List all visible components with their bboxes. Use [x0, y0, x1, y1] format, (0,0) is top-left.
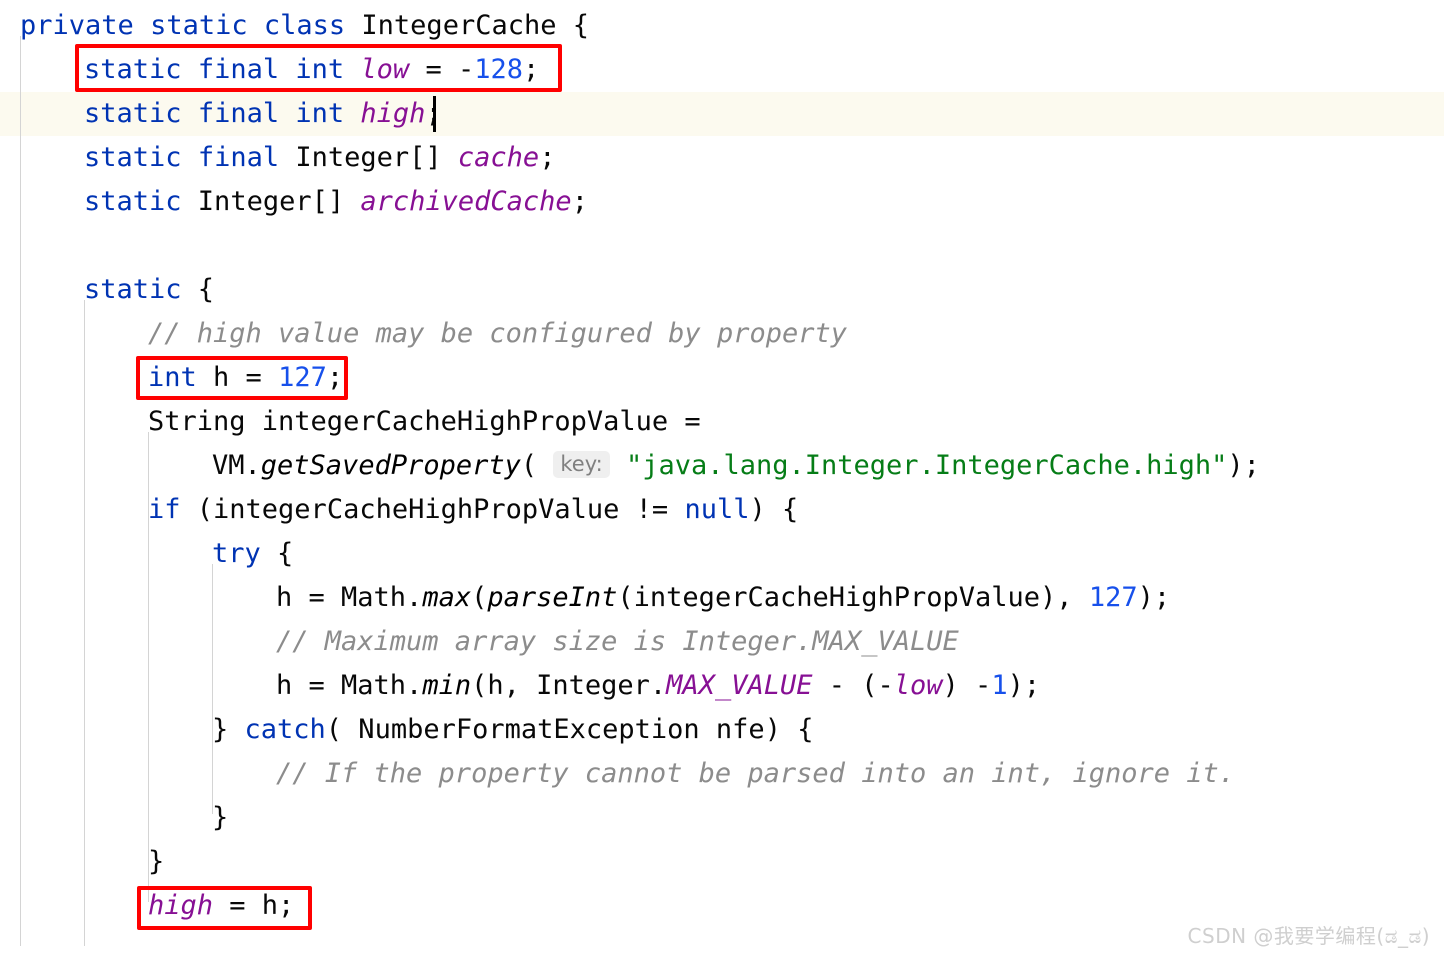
- code-line[interactable]: static final Integer[] cache;: [84, 136, 555, 180]
- code-token-pln: h = Math.: [276, 670, 423, 701]
- code-token-pln: ) {: [749, 494, 799, 525]
- code-token-kw: int: [295, 98, 345, 129]
- code-token-kw: catch: [244, 714, 326, 745]
- code-token-kw: private: [20, 10, 134, 41]
- code-line[interactable]: }: [212, 796, 228, 840]
- code-token-pln: [134, 10, 150, 41]
- code-token-fld: archivedCache: [360, 186, 572, 217]
- code-token-pln: (h, Integer.: [471, 670, 667, 701]
- code-token-pln: (: [471, 582, 488, 613]
- code-line[interactable]: static final int high;: [84, 92, 442, 136]
- text-caret: [433, 96, 436, 132]
- code-token-pln: Integer[]: [181, 186, 361, 217]
- code-editor[interactable]: private static class IntegerCache {stati…: [0, 0, 1444, 961]
- code-token-kw: static: [84, 274, 182, 305]
- code-line[interactable]: VM.getSavedProperty( key: "java.lang.Int…: [212, 444, 1260, 488]
- code-token-cmt: // high value may be configured by prope…: [148, 318, 847, 349]
- code-token-pln: ;: [539, 142, 556, 173]
- code-token-pln: String integerCacheHighPropValue =: [148, 406, 701, 437]
- code-line[interactable]: static {: [84, 268, 214, 312]
- code-token-kw: if: [148, 494, 181, 525]
- code-line[interactable]: h = Math.min(h, Integer.MAX_VALUE - (-lo…: [276, 664, 1040, 708]
- csdn-watermark: CSDN @我要学编程(ಡ_ಡ): [1187, 924, 1430, 948]
- code-token-mtd: parseInt: [487, 582, 618, 613]
- code-token-num: 1: [991, 670, 1008, 701]
- code-token-pln: ) -: [942, 670, 992, 701]
- code-line[interactable]: // Maximum array size is Integer.MAX_VAL…: [276, 620, 959, 664]
- code-token-pln: [279, 98, 295, 129]
- annotation-box-high: [137, 886, 312, 930]
- code-token-kw: class: [263, 10, 346, 41]
- code-token-sconst: MAX_VALUE: [666, 670, 813, 701]
- code-token-pln: [610, 450, 626, 481]
- code-token-kw: final: [197, 98, 280, 129]
- code-line[interactable]: } catch( NumberFormatException nfe) {: [212, 708, 813, 752]
- code-token-kw: try: [212, 538, 261, 569]
- code-token-cmt: // If the property cannot be parsed into…: [276, 758, 1236, 789]
- code-token-mtd: min: [422, 670, 472, 701]
- code-token-mtd: max: [422, 582, 472, 613]
- annotation-box-h127: [136, 356, 348, 400]
- code-token-mtd: getSavedProperty: [260, 450, 521, 481]
- code-token-num: 127: [1088, 582, 1138, 613]
- code-token-kw: static: [84, 142, 182, 173]
- code-token-kw: static: [84, 186, 182, 217]
- code-token-kw: null: [684, 494, 750, 525]
- code-line[interactable]: }: [148, 840, 164, 884]
- indent-guide-level-4: [212, 564, 213, 814]
- code-token-pln: ;: [571, 186, 588, 217]
- code-token-fld: high: [360, 98, 426, 129]
- code-token-pln: [344, 98, 360, 129]
- code-token-kw: static: [84, 98, 182, 129]
- code-token-pln: );: [1227, 450, 1260, 481]
- code-line[interactable]: if (integerCacheHighPropValue != null) {: [148, 488, 798, 532]
- parameter-hint-chip: key:: [553, 451, 610, 478]
- code-token-pln: h = Math.: [276, 582, 423, 613]
- code-line[interactable]: static Integer[] archivedCache;: [84, 180, 588, 224]
- code-token-pln: {: [181, 274, 215, 305]
- code-token-fld: cache: [457, 142, 540, 173]
- code-line[interactable]: // If the property cannot be parsed into…: [276, 752, 1235, 796]
- annotation-box-low: [75, 44, 562, 92]
- code-token-pln: [182, 142, 198, 173]
- code-token-pln: (integerCacheHighPropValue !=: [180, 494, 685, 525]
- code-token-pln: );: [1007, 670, 1041, 701]
- code-token-pln: IntegerCache {: [345, 10, 589, 41]
- code-line[interactable]: private static class IntegerCache {: [20, 4, 589, 48]
- code-token-str: "java.lang.Integer.IntegerCache.high": [625, 450, 1228, 481]
- code-token-pln: }: [148, 846, 165, 877]
- indent-guide-level-2: [84, 300, 85, 946]
- code-token-pln: }: [212, 802, 229, 833]
- code-token-fld: low: [893, 670, 943, 701]
- code-token-pln: (integerCacheHighPropValue),: [617, 582, 1089, 613]
- code-token-kw: static: [150, 10, 248, 41]
- code-token-kw: final: [197, 142, 280, 173]
- code-token-pln: ( NumberFormatException nfe) {: [325, 714, 814, 745]
- code-line[interactable]: try {: [212, 532, 293, 576]
- code-token-pln: );: [1137, 582, 1171, 613]
- code-token-cmt: // Maximum array size is Integer.MAX_VAL…: [276, 626, 959, 657]
- code-token-pln: [248, 10, 264, 41]
- code-line[interactable]: // high value may be configured by prope…: [148, 312, 847, 356]
- code-token-pln: Integer[]: [279, 142, 458, 173]
- code-token-pln: }: [212, 714, 245, 745]
- code-token-pln: - (-: [812, 670, 894, 701]
- code-token-pln: VM.: [212, 450, 261, 481]
- code-token-pln: {: [260, 538, 294, 569]
- code-token-pln: (: [520, 450, 554, 481]
- indent-guide-level-1: [20, 36, 21, 946]
- code-token-pln: [182, 98, 198, 129]
- code-line[interactable]: String integerCacheHighPropValue =: [148, 400, 701, 444]
- code-line[interactable]: h = Math.max(parseInt(integerCacheHighPr…: [276, 576, 1170, 620]
